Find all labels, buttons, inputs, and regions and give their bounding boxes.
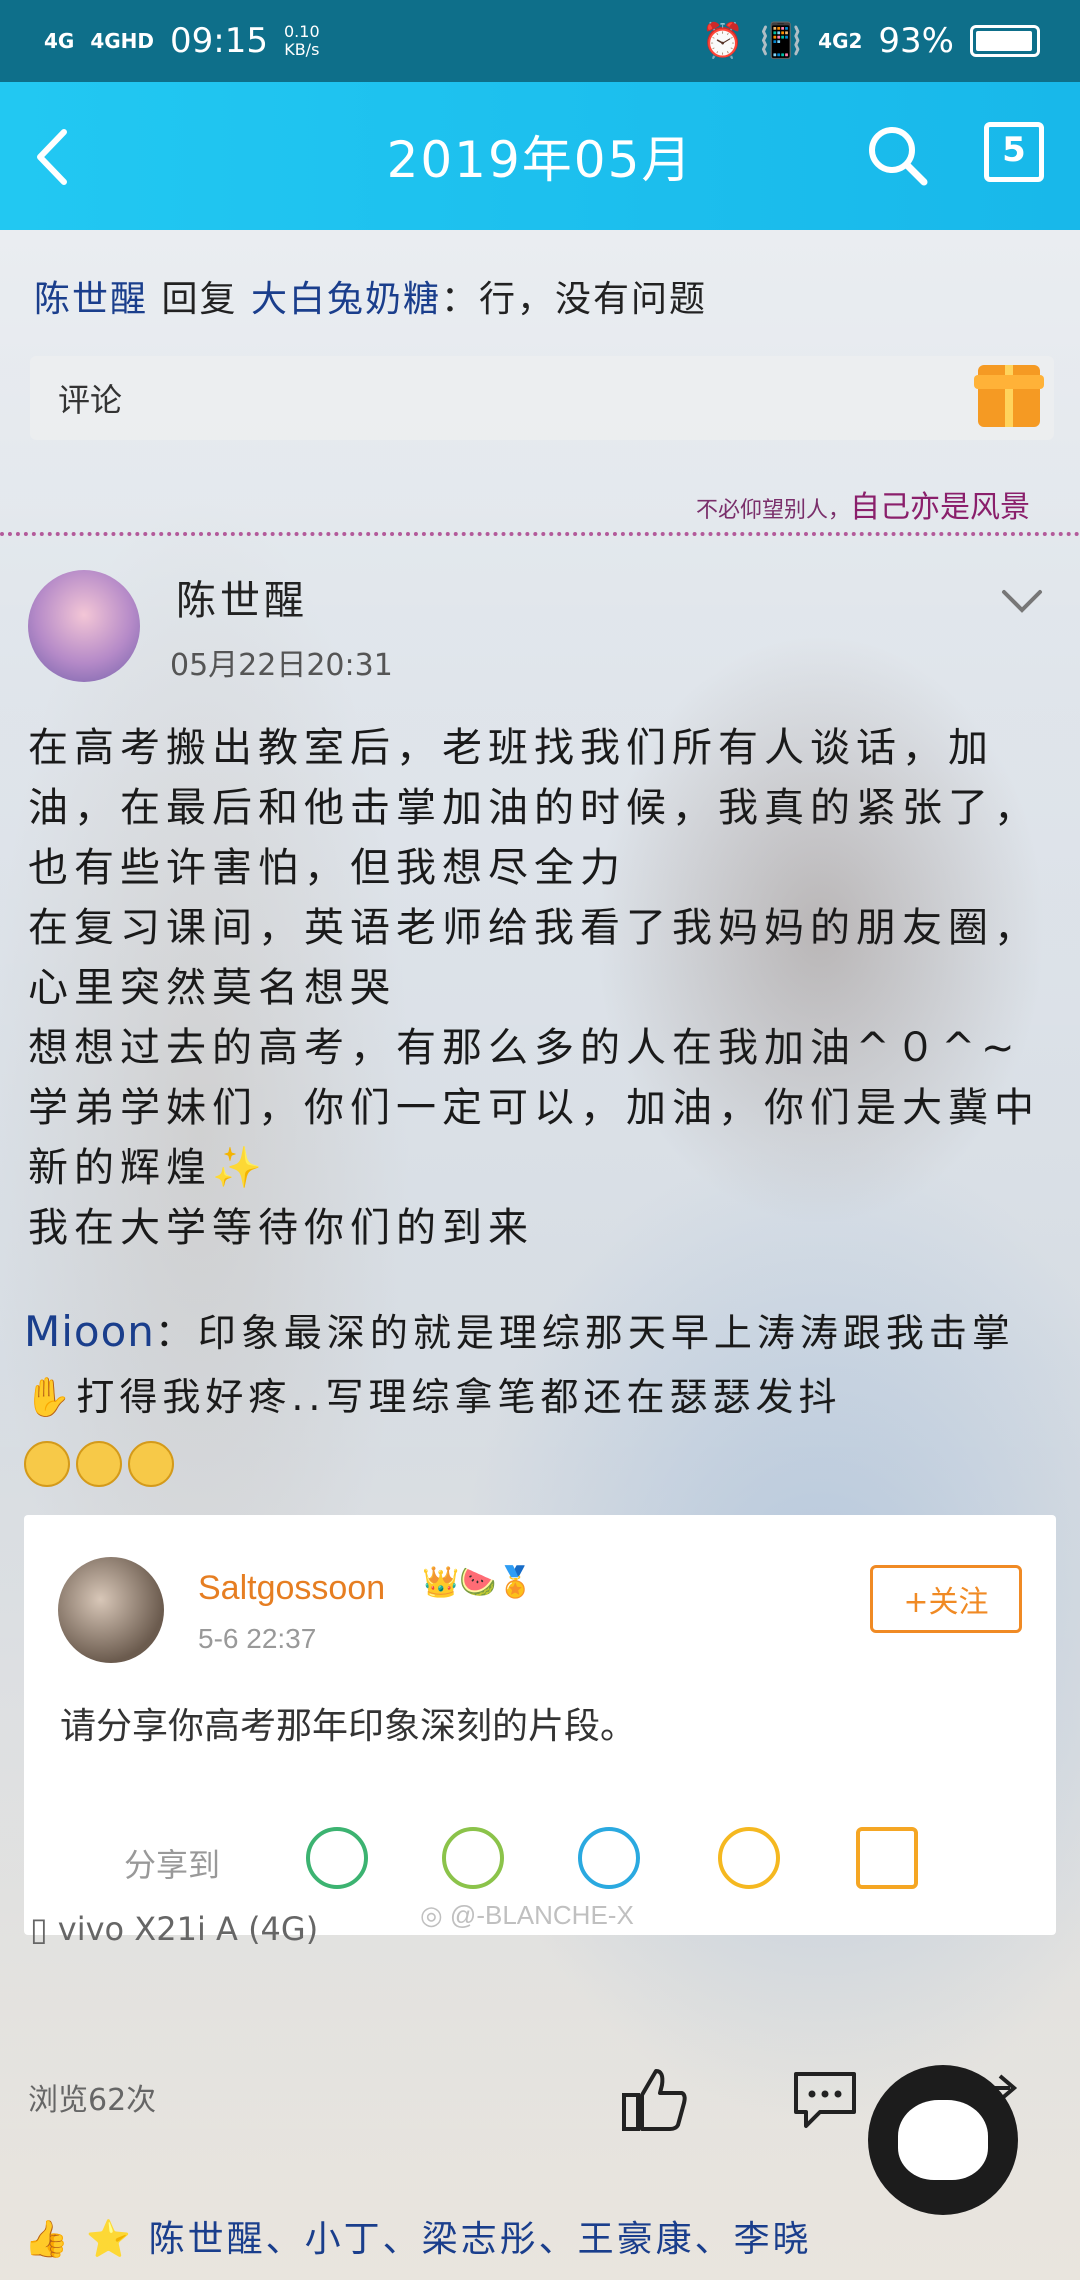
comment-user[interactable]: Mioon: [24, 1307, 155, 1356]
medal-badge-icon: 🏅: [496, 1565, 535, 1600]
nav-bar: 2019年05月 5: [0, 82, 1080, 230]
comment-icon[interactable]: [790, 2068, 860, 2132]
signal-2: 4GHD: [90, 29, 155, 53]
watermark: ◎ @-BLANCHE-X: [420, 1900, 634, 1931]
reply-target[interactable]: 大白兔奶糖: [251, 279, 441, 320]
device-info: ▯ vivo X21i A (4G): [30, 1910, 318, 1948]
grin-emoji-icon: [24, 1440, 70, 1487]
post-time: 05月22日20:31: [170, 648, 393, 683]
floating-assistant-button[interactable]: [868, 2065, 1018, 2215]
post-detail: 陈世醒 回复 大白兔奶糖：行，没有问题 评论 不必仰望别人，自己亦是风景 陈世醒…: [0, 230, 1080, 2280]
search-icon[interactable]: [864, 122, 930, 188]
phone-icon: ▯: [30, 1910, 48, 1948]
battery-percent: 93%: [878, 21, 954, 61]
star-badge-icon: ⭐: [86, 2219, 135, 2260]
watermark-text: @-BLANCHE-X: [449, 1900, 634, 1930]
clock: 09:15: [170, 21, 268, 61]
divider-small-text: 不必仰望别人，: [695, 498, 850, 523]
sim-label: 4G2: [818, 29, 863, 53]
network-speed: 0.10 KB/s: [284, 22, 320, 59]
likers-list: 👍 ⭐ 陈世醒、小丁、梁志彤、王豪康、李晓: [24, 2210, 1064, 2262]
device-name: vivo X21i A (4G): [57, 1910, 319, 1948]
reply-user[interactable]: 陈世醒: [34, 279, 148, 320]
gift-icon[interactable]: [974, 365, 1044, 427]
calendar-icon[interactable]: 5: [984, 122, 1044, 182]
likes-thumb-icon: 👍: [24, 2219, 72, 2260]
card-username[interactable]: Saltgossoon: [198, 1569, 385, 1608]
calendar-day: 5: [1002, 130, 1026, 170]
save-image-icon[interactable]: [856, 1827, 918, 1889]
alarm-icon: ⏰: [701, 21, 744, 61]
author-name[interactable]: 陈世醒: [176, 568, 308, 626]
post-body: 在高考搬出教室后，老班找我们所有人谈话，加油，在最后和他击掌加油的时候，我真的紧…: [28, 725, 1040, 1251]
status-left: 4G 4GHD 09:15 0.10 KB/s: [44, 21, 320, 61]
comment-text: ：印象最深的就是理综那天早上涛涛跟我击掌✋打得我好疼..写理综拿笔都还在瑟瑟发抖: [24, 1311, 1015, 1419]
reply-line: 陈世醒 回复 大白兔奶糖：行，没有问题: [34, 270, 707, 322]
likers-names[interactable]: 陈世醒、小丁、梁志彤、王豪康、李晓: [149, 2219, 812, 2260]
battery-icon: [970, 25, 1040, 57]
wechat-icon[interactable]: [306, 1827, 368, 1889]
reply-action: 回复: [161, 279, 238, 320]
divider-big-text: 自己亦是风景: [850, 490, 1030, 525]
signal-1: 4G: [44, 29, 75, 53]
divider-slogan: 不必仰望别人，自己亦是风景: [696, 482, 1030, 526]
grin-emoji-icon: [76, 1440, 122, 1487]
vibrate-icon: 📳: [759, 21, 803, 61]
share-card: Saltgossoon 👑🍉🏅 5-6 22:37 +关注 请分享你高考那年印象…: [24, 1515, 1056, 1935]
card-text: 请分享你高考那年印象深刻的片段。: [60, 1706, 637, 1747]
crown-badge-icon: 👑: [422, 1565, 460, 1600]
follow-button[interactable]: +关注: [870, 1565, 1022, 1633]
featured-comment: Mioon：印象最深的就是理综那天早上涛涛跟我击掌✋打得我好疼..写理综拿笔都还…: [24, 1300, 1054, 1493]
watermelon-badge-icon: 🍉: [459, 1565, 497, 1600]
qq-icon[interactable]: [578, 1827, 640, 1889]
moments-icon[interactable]: [442, 1827, 504, 1889]
card-time: 5-6 22:37: [198, 1623, 317, 1654]
user-badges: 👑🍉🏅: [422, 1565, 534, 1600]
ghost-icon: [898, 2100, 988, 2180]
status-bar: 4G 4GHD 09:15 0.10 KB/s ⏰ 📳 4G2 93%: [0, 0, 1080, 82]
reply-text: ：行，没有问题: [440, 279, 707, 320]
chevron-down-icon[interactable]: [1000, 580, 1044, 626]
card-avatar[interactable]: [58, 1557, 164, 1663]
status-right: ⏰ 📳 4G2 93%: [701, 21, 1040, 61]
weibo-icon: ◎: [420, 1900, 443, 1930]
avatar[interactable]: [28, 570, 140, 682]
share-label: 分享到: [124, 1846, 221, 1884]
comment-placeholder: 评论: [58, 381, 123, 419]
view-count: 浏览62次: [28, 2083, 157, 2118]
comment-input[interactable]: 评论: [30, 356, 1054, 440]
grin-emoji-icon: [128, 1440, 174, 1487]
chevron-left-icon[interactable]: [24, 122, 94, 192]
page-title: 2019年05月: [386, 131, 694, 189]
thumbs-up-icon[interactable]: [620, 2065, 690, 2135]
favorite-star-icon[interactable]: [718, 1827, 780, 1889]
